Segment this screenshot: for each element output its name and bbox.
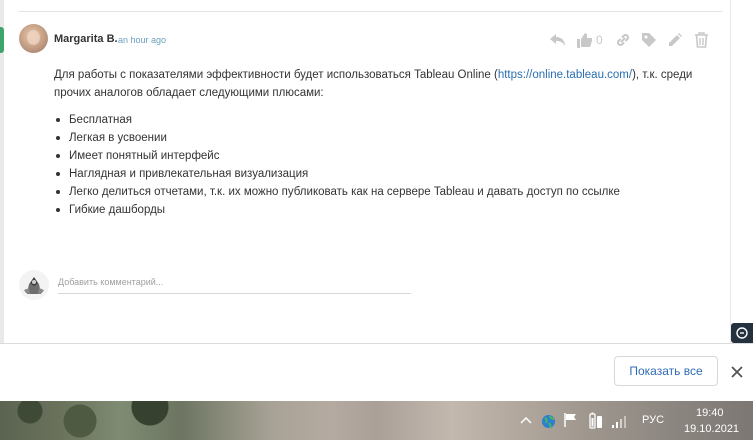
- chat-icon: [736, 327, 748, 339]
- edit-icon[interactable]: [666, 31, 684, 49]
- top-divider: [18, 11, 723, 12]
- list-item: Гибкие дашборды: [54, 201, 620, 219]
- network-globe-icon[interactable]: [540, 413, 556, 429]
- taskbar: РУС 19:40 19.10.2021: [0, 401, 753, 440]
- active-marker: [0, 27, 4, 53]
- clock-date[interactable]: 19.10.2021: [684, 423, 739, 435]
- like-icon[interactable]: [575, 31, 593, 49]
- list-item: Легкая в усвоении: [54, 129, 620, 147]
- list-item: Бесплатная: [54, 111, 620, 129]
- post-panel: Margarita B. an hour ago 0 Для работы с …: [0, 0, 753, 343]
- like-count: 0: [596, 33, 603, 47]
- battery-icon[interactable]: [588, 411, 604, 429]
- show-all-button[interactable]: Показать все: [614, 356, 718, 386]
- clock-time[interactable]: 19:40: [696, 407, 724, 419]
- input-language-indicator[interactable]: РУС: [642, 414, 664, 426]
- wifi-signal-icon[interactable]: [610, 413, 628, 428]
- post-body: Для работы с показателями эффективности …: [54, 66, 719, 102]
- scroll-track[interactable]: [730, 0, 731, 343]
- tag-icon[interactable]: [640, 31, 658, 49]
- list-item: Имеет понятный интерфейс: [54, 147, 620, 165]
- notice-bar: Показать все: [0, 343, 753, 401]
- advantages-list: Бесплатная Легкая в усвоении Имеет понят…: [54, 111, 620, 219]
- reply-icon[interactable]: [549, 31, 567, 49]
- current-user-avatar: [19, 270, 49, 300]
- post-actions: 0: [549, 31, 710, 49]
- delete-icon[interactable]: [692, 31, 710, 49]
- flag-icon[interactable]: [562, 412, 578, 428]
- list-item: Наглядная и привлекательная визуализация: [54, 165, 620, 183]
- post-timestamp[interactable]: an hour ago: [118, 35, 166, 45]
- author-name[interactable]: Margarita B.: [54, 33, 118, 45]
- user-avatar-icon: [24, 277, 44, 294]
- link-icon[interactable]: [614, 31, 632, 49]
- list-item: Легко делиться отчетами, т.к. их можно п…: [54, 183, 620, 201]
- post-text-intro: Для работы с показателями эффективности …: [54, 69, 498, 81]
- author-avatar[interactable]: [19, 24, 48, 53]
- comment-input[interactable]: Добавить комментарий...: [58, 273, 411, 294]
- screen: Margarita B. an hour ago 0 Для работы с …: [0, 0, 753, 440]
- feedback-button[interactable]: [731, 323, 753, 343]
- close-icon[interactable]: [728, 363, 745, 380]
- chevron-up-icon[interactable]: [519, 413, 533, 427]
- tableau-link[interactable]: https://online.tableau.com/: [498, 69, 632, 81]
